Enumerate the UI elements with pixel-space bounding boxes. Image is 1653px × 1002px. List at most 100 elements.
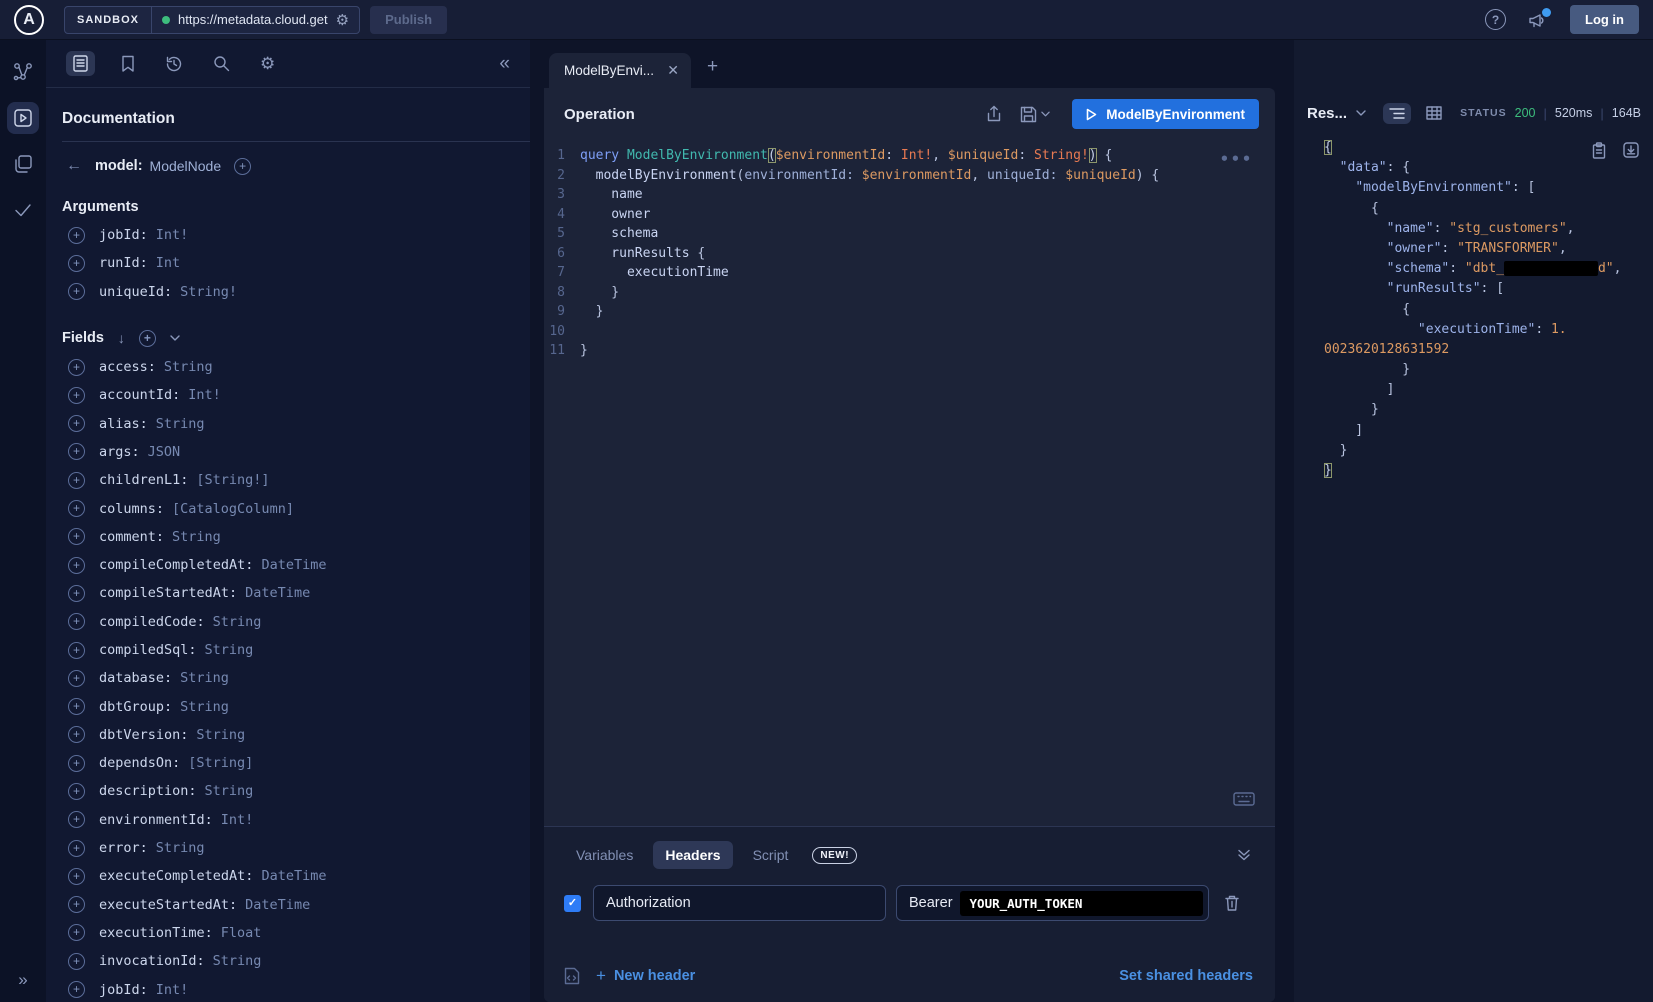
field-type[interactable]: DateTime bbox=[261, 868, 326, 884]
add-to-query-icon[interactable]: + bbox=[68, 670, 85, 687]
field-type[interactable]: [String!] bbox=[196, 472, 269, 488]
add-to-query-icon[interactable]: + bbox=[68, 528, 85, 545]
add-to-query-icon[interactable]: + bbox=[68, 726, 85, 743]
expand-rail-icon[interactable]: » bbox=[18, 970, 27, 990]
field-type[interactable]: String bbox=[180, 670, 229, 686]
header-key-input[interactable]: Authorization bbox=[593, 885, 886, 921]
history-tab-icon[interactable] bbox=[161, 51, 187, 77]
add-to-query-icon[interactable]: + bbox=[68, 896, 85, 913]
field-type[interactable]: [CatalogColumn] bbox=[172, 501, 294, 517]
schema-field-row[interactable]: +jobId:Int! bbox=[62, 975, 530, 1002]
schema-field-row[interactable]: +dependsOn:[String] bbox=[62, 749, 530, 777]
schema-field-row[interactable]: +executionTime:Float bbox=[62, 919, 530, 947]
field-type[interactable]: String bbox=[196, 727, 245, 743]
close-tab-icon[interactable]: ✕ bbox=[665, 62, 681, 79]
keyboard-shortcuts-icon[interactable] bbox=[1233, 792, 1255, 806]
editor-menu-icon[interactable]: ••• bbox=[1220, 150, 1253, 168]
field-type[interactable]: String! bbox=[180, 284, 237, 300]
share-operation-icon[interactable] bbox=[986, 105, 1002, 123]
schema-field-row[interactable]: +uniqueId:String! bbox=[62, 278, 530, 306]
schema-field-row[interactable]: +childrenL1:[String!] bbox=[62, 466, 530, 494]
add-to-query-icon[interactable]: + bbox=[68, 227, 85, 244]
add-to-query-icon[interactable]: + bbox=[68, 840, 85, 857]
add-to-query-icon[interactable]: + bbox=[68, 783, 85, 800]
field-type[interactable]: String bbox=[164, 359, 213, 375]
add-to-query-icon[interactable]: + bbox=[68, 924, 85, 941]
add-to-query-icon[interactable]: + bbox=[68, 868, 85, 885]
save-operation-group[interactable] bbox=[1020, 106, 1050, 123]
field-type[interactable]: Int! bbox=[156, 982, 189, 998]
add-to-query-icon[interactable]: + bbox=[68, 642, 85, 659]
schema-field-row[interactable]: +dbtVersion:String bbox=[62, 721, 530, 749]
add-to-query-icon[interactable]: + bbox=[68, 811, 85, 828]
collections-nav-icon[interactable] bbox=[7, 148, 39, 180]
add-to-query-icon[interactable]: + bbox=[68, 981, 85, 998]
field-type[interactable]: Int! bbox=[221, 812, 254, 828]
add-to-query-icon[interactable]: + bbox=[68, 387, 85, 404]
header-enabled-checkbox[interactable]: ✓ bbox=[564, 895, 581, 912]
field-type[interactable]: String bbox=[205, 783, 254, 799]
bookmarks-tab-icon[interactable] bbox=[117, 51, 139, 76]
endpoint-settings-gear-icon[interactable]: ⚙ bbox=[336, 11, 349, 29]
add-to-query-icon[interactable]: + bbox=[68, 359, 85, 376]
add-to-query-icon[interactable]: + bbox=[68, 443, 85, 460]
field-type[interactable]: JSON bbox=[148, 444, 181, 460]
graphql-editor[interactable]: 1query ModelByEnvironment($environmentId… bbox=[544, 140, 1275, 826]
schema-field-row[interactable]: +executeCompletedAt:DateTime bbox=[62, 862, 530, 890]
download-response-icon[interactable] bbox=[1623, 142, 1639, 159]
field-type[interactable]: String bbox=[180, 699, 229, 715]
schema-field-row[interactable]: +database:String bbox=[62, 664, 530, 692]
announcements-megaphone-icon[interactable] bbox=[1528, 11, 1548, 29]
raw-view-icon[interactable] bbox=[1383, 103, 1411, 124]
add-to-query-icon[interactable]: + bbox=[68, 698, 85, 715]
login-button[interactable]: Log in bbox=[1570, 5, 1639, 34]
auth-token-value[interactable]: YOUR_AUTH_TOKEN bbox=[960, 891, 1203, 916]
add-to-query-icon[interactable]: + bbox=[68, 585, 85, 602]
tab-variables[interactable]: Variables bbox=[564, 841, 645, 869]
env-variables-icon[interactable] bbox=[564, 967, 580, 985]
schema-field-row[interactable]: +alias:String bbox=[62, 409, 530, 437]
schema-field-row[interactable]: +jobId:Int! bbox=[62, 221, 530, 249]
add-to-query-icon[interactable]: + bbox=[68, 613, 85, 630]
graph-nav-icon[interactable] bbox=[7, 56, 39, 88]
field-type[interactable]: Float bbox=[221, 925, 262, 941]
set-shared-headers-link[interactable]: Set shared headers bbox=[1119, 968, 1253, 984]
field-type[interactable]: Int! bbox=[156, 227, 189, 243]
schema-field-row[interactable]: +runId:Int bbox=[62, 249, 530, 277]
schema-field-row[interactable]: +dbtGroup:String bbox=[62, 692, 530, 720]
field-type[interactable]: String bbox=[213, 614, 262, 630]
endpoint-url-input[interactable]: https://metadata.cloud.get bbox=[178, 12, 328, 27]
run-operation-button[interactable]: ModelByEnvironment bbox=[1072, 99, 1259, 129]
field-type[interactable]: [String] bbox=[188, 755, 253, 771]
tab-headers[interactable]: Headers bbox=[653, 841, 732, 869]
copy-response-icon[interactable] bbox=[1592, 142, 1606, 159]
collapse-panel-icon[interactable] bbox=[1237, 849, 1251, 861]
add-to-query-icon[interactable]: + bbox=[68, 415, 85, 432]
add-to-query-icon[interactable]: + bbox=[68, 755, 85, 772]
schema-field-row[interactable]: +error:String bbox=[62, 834, 530, 862]
field-type[interactable]: String bbox=[156, 416, 205, 432]
schema-field-row[interactable]: +compiledCode:String bbox=[62, 608, 530, 636]
add-field-icon[interactable]: + bbox=[234, 158, 251, 175]
add-to-query-icon[interactable]: + bbox=[68, 500, 85, 517]
delete-header-icon[interactable] bbox=[1224, 894, 1240, 912]
schema-field-row[interactable]: +columns:[CatalogColumn] bbox=[62, 494, 530, 522]
save-icon[interactable] bbox=[1020, 106, 1037, 123]
field-type[interactable]: DateTime bbox=[261, 557, 326, 573]
new-tab-icon[interactable]: + bbox=[707, 57, 718, 76]
explorer-nav-icon[interactable] bbox=[7, 102, 39, 134]
new-header-button[interactable]: + New header bbox=[596, 966, 695, 986]
field-type[interactable]: String bbox=[213, 953, 262, 969]
response-dropdown-chevron-icon[interactable] bbox=[1356, 110, 1366, 116]
field-type[interactable]: Int bbox=[156, 255, 180, 271]
schema-field-row[interactable]: +args:JSON bbox=[62, 438, 530, 466]
settings-tab-icon[interactable]: ⚙ bbox=[256, 50, 279, 78]
collapse-docs-icon[interactable]: « bbox=[499, 53, 510, 75]
add-to-query-icon[interactable]: + bbox=[68, 283, 85, 300]
search-tab-icon[interactable] bbox=[209, 51, 234, 76]
schema-field-row[interactable]: +environmentId:Int! bbox=[62, 806, 530, 834]
field-type[interactable]: DateTime bbox=[245, 897, 310, 913]
schema-field-row[interactable]: +accountId:Int! bbox=[62, 381, 530, 409]
add-to-query-icon[interactable]: + bbox=[68, 557, 85, 574]
add-all-fields-icon[interactable]: + bbox=[139, 330, 156, 347]
